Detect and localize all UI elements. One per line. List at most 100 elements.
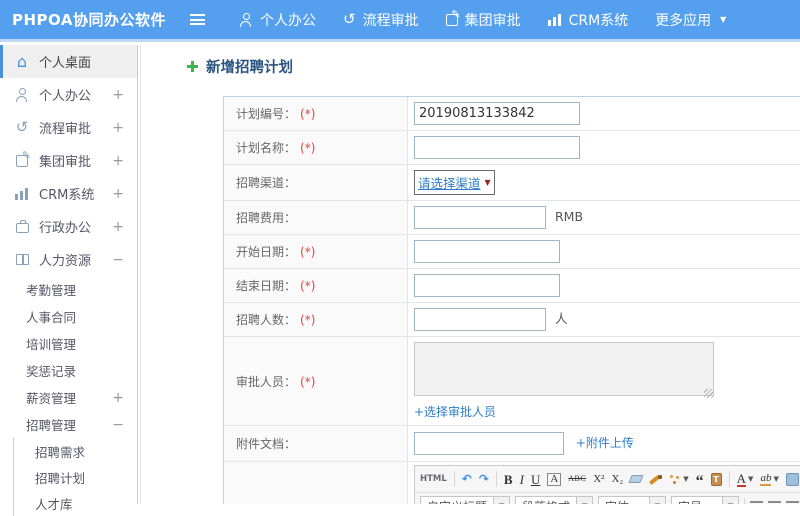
nav-personal-office[interactable]: 个人办公 bbox=[239, 10, 316, 30]
paragraph-format-select[interactable]: 段落格式 ▼ bbox=[515, 496, 593, 505]
sidebar-item-recruit-plan[interactable]: 招聘计划 bbox=[14, 464, 137, 490]
blockquote-button[interactable]: “ bbox=[696, 474, 704, 490]
form-row-approvers: 审批人员：(*) +选择审批人员 bbox=[224, 337, 800, 426]
toolbar-separator bbox=[729, 471, 730, 487]
user-icon bbox=[15, 88, 29, 102]
plan-no-label: 计划编号： bbox=[236, 107, 296, 121]
briefcase-icon bbox=[16, 223, 29, 233]
nav-label: CRM系统 bbox=[569, 10, 629, 30]
sidebar-item-recruit-demand[interactable]: 招聘需求 bbox=[14, 438, 137, 464]
expand-icon[interactable]: + bbox=[112, 219, 124, 235]
sidebar-item-personal-office[interactable]: 个人办公 + bbox=[0, 78, 137, 111]
approvers-label: 审批人员： bbox=[236, 375, 296, 389]
headcount-input[interactable] bbox=[414, 308, 546, 331]
font-color-button[interactable]: A ▼ bbox=[737, 472, 754, 487]
hamburger-icon[interactable] bbox=[190, 14, 205, 25]
align-center-icon[interactable] bbox=[768, 501, 781, 505]
form-row-start-date: 开始日期：(*) bbox=[224, 235, 800, 269]
font-family-select[interactable]: 字体 ▼ bbox=[598, 496, 666, 505]
fee-unit: RMB bbox=[555, 209, 583, 224]
strikethrough-button[interactable]: ABC bbox=[568, 475, 586, 483]
redo-icon[interactable]: ↷ bbox=[479, 473, 489, 485]
source-code-button[interactable]: HTML bbox=[420, 475, 447, 484]
plan-name-input[interactable] bbox=[414, 136, 580, 159]
chevron-down-icon: ▼ bbox=[773, 475, 778, 483]
collapse-icon[interactable]: − bbox=[112, 252, 124, 268]
attachment-input[interactable] bbox=[414, 432, 564, 455]
sidebar-item-label: 个人桌面 bbox=[39, 52, 91, 71]
undo-icon[interactable]: ↶ bbox=[462, 473, 472, 485]
attachment-label: 附件文档： bbox=[236, 437, 296, 451]
sidebar: ⌂ 个人桌面 个人办公 + ↺ 流程审批 + 集团审批 + CRM系统 + 行政… bbox=[0, 45, 138, 504]
select-approvers-link[interactable]: +选择审批人员 bbox=[414, 403, 800, 420]
bold-button[interactable]: B bbox=[504, 473, 513, 486]
form-row-plan-name: 计划名称：(*) bbox=[224, 131, 800, 165]
headcount-label: 招聘人数： bbox=[236, 313, 296, 327]
edit-icon bbox=[446, 14, 458, 26]
sidebar-item-label: 人力资源 bbox=[39, 250, 91, 269]
expand-icon[interactable]: + bbox=[112, 120, 124, 136]
nav-crm[interactable]: CRM系统 bbox=[548, 10, 629, 30]
fee-input[interactable] bbox=[414, 206, 546, 229]
format-painter-icon[interactable] bbox=[649, 473, 662, 486]
paste-icon[interactable]: T bbox=[711, 473, 722, 486]
toolbar-separator bbox=[744, 498, 745, 504]
nav-more-apps[interactable]: 更多应用 ▼ bbox=[655, 10, 726, 30]
superscript-button[interactable]: X² bbox=[593, 474, 604, 485]
align-right-icon[interactable] bbox=[786, 501, 799, 505]
expand-icon[interactable]: + bbox=[112, 153, 124, 169]
start-date-input[interactable] bbox=[414, 240, 560, 263]
user-icon bbox=[239, 13, 253, 27]
top-menu: 个人办公 ↺ 流程审批 集团审批 CRM系统 更多应用 ▼ bbox=[239, 10, 726, 30]
approvers-textarea[interactable] bbox=[414, 342, 714, 396]
font-size-select[interactable]: 字号 ▼ bbox=[671, 496, 739, 505]
eraser-icon[interactable] bbox=[629, 475, 644, 483]
required-mark: (*) bbox=[300, 107, 315, 121]
attachment-upload-link[interactable]: +附件上传 bbox=[576, 436, 634, 450]
nav-group-approval[interactable]: 集团审批 bbox=[446, 10, 521, 30]
end-date-input[interactable] bbox=[414, 274, 560, 297]
sidebar-item-crm[interactable]: CRM系统 + bbox=[0, 177, 137, 210]
app-brand: PHPOA协同办公软件 bbox=[12, 9, 190, 30]
edit-icon bbox=[16, 155, 28, 167]
chevron-down-icon: ▼ bbox=[722, 497, 738, 505]
collapse-icon[interactable]: − bbox=[112, 417, 124, 433]
custom-heading-select[interactable]: 自定义标题 ▼ bbox=[420, 496, 510, 505]
start-date-label: 开始日期： bbox=[236, 245, 296, 259]
channel-select[interactable]: 请选择渠道 ▼ bbox=[414, 170, 495, 195]
nav-label: 流程审批 bbox=[363, 10, 419, 30]
chevron-down-icon: ▼ bbox=[493, 497, 509, 505]
sidebar-item-talent-pool[interactable]: 人才库 bbox=[14, 490, 137, 516]
form-row-headcount: 招聘人数：(*) 人 bbox=[224, 303, 800, 337]
plan-no-input[interactable] bbox=[414, 102, 580, 125]
sidebar-item-salary[interactable]: 薪资管理 + bbox=[0, 384, 137, 411]
sidebar-item-training[interactable]: 培训管理 bbox=[0, 330, 137, 357]
sidebar-item-admin-office[interactable]: 行政办公 + bbox=[0, 210, 137, 243]
sidebar-item-hr-contract[interactable]: 人事合同 bbox=[0, 303, 137, 330]
form-row-plan-no: 计划编号： (*) bbox=[224, 97, 800, 131]
sidebar-item-workflow-approval[interactable]: ↺ 流程审批 + bbox=[0, 111, 137, 144]
auto-typeset-button[interactable]: ▼ bbox=[669, 473, 688, 485]
sidebar-item-desktop[interactable]: ⌂ 个人桌面 bbox=[0, 45, 137, 78]
expand-icon[interactable]: + bbox=[112, 390, 124, 406]
required-mark: (*) bbox=[300, 313, 315, 327]
sidebar-item-recruit-mgmt[interactable]: 招聘管理 − bbox=[0, 411, 137, 438]
nav-workflow-approval[interactable]: ↺ 流程审批 bbox=[343, 10, 419, 30]
chart-icon bbox=[15, 188, 29, 200]
font-style-button[interactable]: A bbox=[547, 473, 561, 486]
chevron-down-icon: ▼ bbox=[720, 15, 726, 24]
underline-button[interactable]: U bbox=[531, 473, 540, 486]
expand-icon[interactable]: + bbox=[112, 186, 124, 202]
highlight-color-button[interactable]: ab ▼ bbox=[760, 473, 778, 486]
subscript-button[interactable]: X₂ bbox=[611, 474, 623, 485]
expand-icon[interactable]: + bbox=[112, 87, 124, 103]
sidebar-item-hr[interactable]: 人力资源 − bbox=[0, 243, 137, 276]
chevron-down-icon: ▼ bbox=[485, 178, 491, 187]
italic-button[interactable]: I bbox=[520, 473, 524, 486]
clipped-toolbar-icon[interactable] bbox=[786, 473, 799, 486]
sidebar-item-rewards[interactable]: 奖惩记录 bbox=[0, 357, 137, 384]
align-left-icon[interactable] bbox=[750, 501, 763, 505]
sidebar-item-attendance[interactable]: 考勤管理 bbox=[0, 276, 137, 303]
chevron-down-icon: ▼ bbox=[748, 475, 753, 483]
sidebar-item-group-approval[interactable]: 集团审批 + bbox=[0, 144, 137, 177]
